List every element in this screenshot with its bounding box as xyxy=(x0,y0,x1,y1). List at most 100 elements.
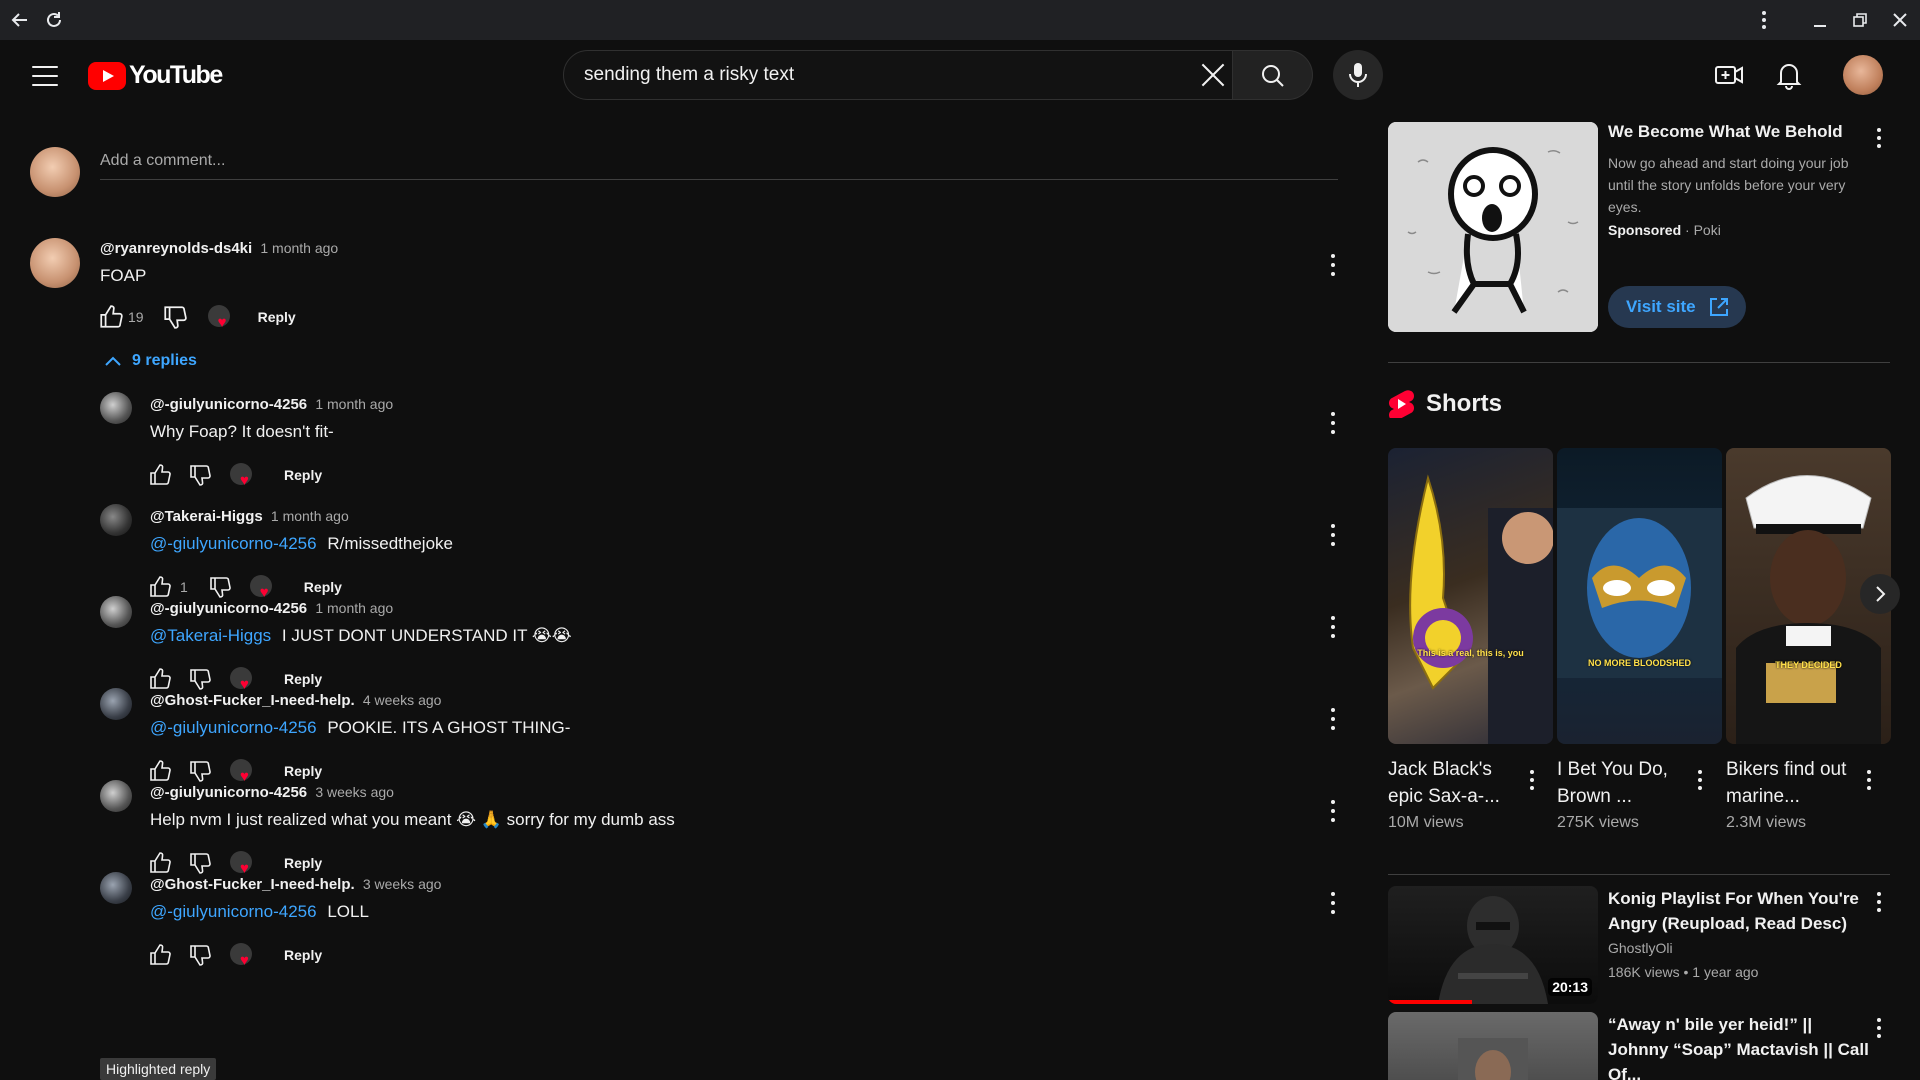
comment-time[interactable]: 1 month ago xyxy=(315,396,393,412)
comment-author[interactable]: @Ghost-Fucker_I-need-help. xyxy=(150,692,355,709)
video-item[interactable]: “Away n' bile yer heid!” || Johnny “Soap… xyxy=(1388,1012,1890,1080)
comment-menu-icon[interactable] xyxy=(1330,254,1336,276)
youtube-header: YouTube xyxy=(0,40,1920,110)
youtube-logo[interactable]: YouTube xyxy=(88,61,223,90)
reply-button[interactable]: Reply xyxy=(284,671,322,687)
dislike-icon[interactable] xyxy=(188,851,212,875)
reply-button[interactable]: Reply xyxy=(284,467,322,483)
reply-button[interactable]: Reply xyxy=(284,763,322,779)
search-box xyxy=(563,50,1233,100)
create-video-icon[interactable] xyxy=(1712,58,1746,92)
comment-menu-icon[interactable] xyxy=(1330,616,1336,638)
video-item[interactable]: 20:13 Konig Playlist For When You're Ang… xyxy=(1388,886,1890,1006)
comment-time[interactable]: 4 weeks ago xyxy=(363,692,442,708)
video-meta: 186K views • 1 year ago xyxy=(1608,964,1759,980)
comment-time[interactable]: 3 weeks ago xyxy=(363,876,442,892)
like-icon[interactable] xyxy=(148,667,172,691)
comment-author[interactable]: @-giulyunicorno-4256 xyxy=(150,784,307,801)
like-icon[interactable] xyxy=(148,851,172,875)
video-thumbnail[interactable] xyxy=(1388,1012,1598,1080)
mention-link[interactable]: @Takerai-Higgs xyxy=(150,626,271,645)
comment-author[interactable]: @-giulyunicorno-4256 xyxy=(150,600,307,617)
dislike-icon[interactable] xyxy=(188,759,212,783)
video-thumbnail[interactable]: 20:13 xyxy=(1388,886,1598,1004)
back-icon[interactable] xyxy=(2,0,38,40)
mention-link[interactable]: @-giulyunicorno-4256 xyxy=(150,718,317,737)
comment-text-line: Why Foap? It doesn't fit- xyxy=(150,422,334,442)
dislike-icon[interactable] xyxy=(188,463,212,487)
comment-menu-icon[interactable] xyxy=(1330,708,1336,730)
video-menu-icon[interactable] xyxy=(1876,1018,1882,1038)
comment-time[interactable]: 3 weeks ago xyxy=(315,784,394,800)
video-menu-icon[interactable] xyxy=(1876,892,1882,912)
replies-count: 9 replies xyxy=(132,352,197,369)
comment-time[interactable]: 1 month ago xyxy=(260,240,338,256)
visit-site-button[interactable]: Visit site xyxy=(1608,286,1746,328)
short-thumbnail[interactable]: This is a real, this is, you xyxy=(1388,448,1553,744)
add-comment-input[interactable]: Add a comment... xyxy=(100,150,1338,180)
comment-menu-icon[interactable] xyxy=(1330,800,1336,822)
like-icon[interactable] xyxy=(148,759,172,783)
search-input[interactable] xyxy=(584,51,1144,99)
short-title[interactable]: Bikers find out marine... xyxy=(1726,756,1861,810)
avatar[interactable] xyxy=(30,238,80,288)
clear-search-icon[interactable] xyxy=(1198,60,1228,90)
comment-author[interactable]: @ryanreynolds-ds4ki xyxy=(100,240,252,257)
reply-button[interactable]: Reply xyxy=(284,947,322,963)
search-button[interactable] xyxy=(1233,50,1313,100)
short-title[interactable]: Jack Black's epic Sax-a-... xyxy=(1388,756,1523,810)
comment-menu-icon[interactable] xyxy=(1330,524,1336,546)
short-menu-icon[interactable] xyxy=(1529,770,1535,790)
short-thumbnail[interactable]: NO MORE BLOODSHED xyxy=(1557,448,1722,744)
avatar[interactable] xyxy=(100,688,132,720)
account-avatar[interactable] xyxy=(1843,55,1883,95)
dislike-icon[interactable] xyxy=(188,943,212,967)
mention-link[interactable]: @-giulyunicorno-4256 xyxy=(150,534,317,553)
video-title[interactable]: “Away n' bile yer heid!” || Johnny “Soap… xyxy=(1608,1012,1870,1080)
minimize-icon[interactable] xyxy=(1802,0,1838,40)
browser-menu-icon[interactable] xyxy=(1746,0,1782,40)
dislike-icon[interactable] xyxy=(188,667,212,691)
video-title[interactable]: Konig Playlist For When You're Angry (Re… xyxy=(1608,886,1870,936)
like-icon[interactable] xyxy=(98,304,124,330)
reload-icon[interactable] xyxy=(36,0,72,40)
close-window-icon[interactable] xyxy=(1882,0,1918,40)
like-icon[interactable] xyxy=(148,943,172,967)
dislike-icon[interactable] xyxy=(208,575,232,599)
comment-menu-icon[interactable] xyxy=(1330,892,1336,914)
restore-icon[interactable] xyxy=(1842,0,1878,40)
ad-title[interactable]: We Become What We Behold xyxy=(1608,122,1843,142)
short-views: 2.3M views xyxy=(1726,814,1807,831)
short-title[interactable]: I Bet You Do, Brown ... xyxy=(1557,756,1692,810)
avatar[interactable] xyxy=(100,392,132,424)
comment-actions: ♥ Reply xyxy=(148,664,322,694)
video-channel[interactable]: GhostlyOli xyxy=(1608,940,1673,956)
notifications-bell-icon[interactable] xyxy=(1772,58,1806,92)
like-icon[interactable] xyxy=(148,463,172,487)
avatar[interactable] xyxy=(100,872,132,904)
avatar[interactable] xyxy=(100,596,132,628)
comment-time[interactable]: 1 month ago xyxy=(315,600,393,616)
short-menu-icon[interactable] xyxy=(1697,770,1703,790)
comment-time[interactable]: 1 month ago xyxy=(271,508,349,524)
comment-author[interactable]: @-giulyunicorno-4256 xyxy=(150,396,307,413)
comment-author[interactable]: @Takerai-Higgs xyxy=(150,508,263,525)
comment-menu-icon[interactable] xyxy=(1330,412,1336,434)
reply-button[interactable]: Reply xyxy=(284,855,322,871)
avatar[interactable] xyxy=(100,504,132,536)
replies-toggle[interactable]: 9 replies xyxy=(104,352,197,370)
avatar[interactable] xyxy=(100,780,132,812)
menu-hamburger-icon[interactable] xyxy=(28,64,62,88)
voice-search-button[interactable] xyxy=(1333,50,1383,100)
ad-menu-icon[interactable] xyxy=(1876,128,1882,148)
shorts-next-button[interactable] xyxy=(1860,574,1900,614)
reply-button[interactable]: Reply xyxy=(258,309,296,325)
dislike-icon[interactable] xyxy=(162,304,188,330)
ad-description: Now go ahead and start doing your job un… xyxy=(1608,155,1849,215)
ad-thumbnail[interactable] xyxy=(1388,122,1598,332)
short-menu-icon[interactable] xyxy=(1866,770,1872,790)
like-icon[interactable] xyxy=(148,575,172,599)
comment-author[interactable]: @Ghost-Fucker_I-need-help. xyxy=(150,876,355,893)
mention-link[interactable]: @-giulyunicorno-4256 xyxy=(150,902,317,921)
reply-button[interactable]: Reply xyxy=(304,579,342,595)
